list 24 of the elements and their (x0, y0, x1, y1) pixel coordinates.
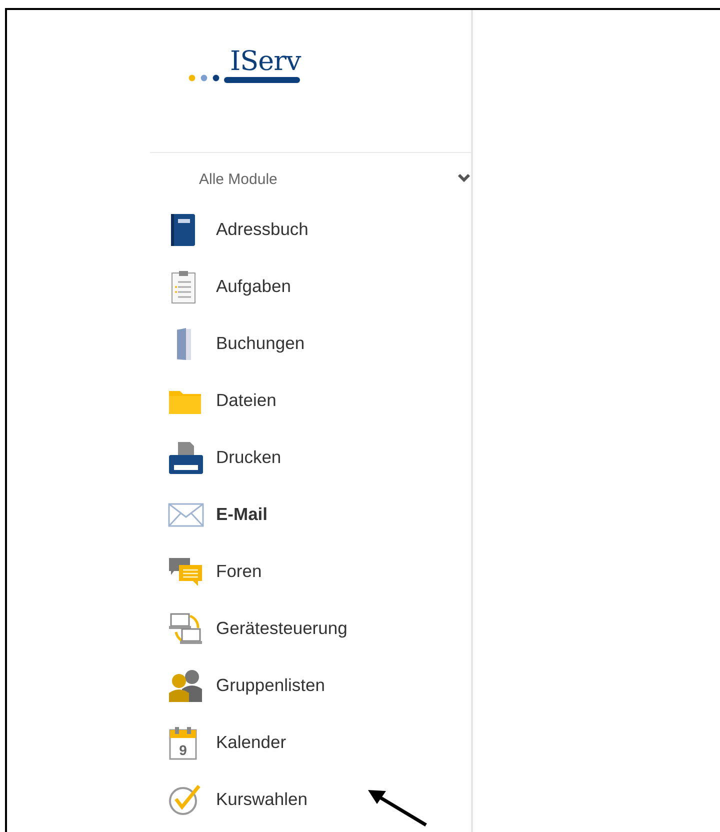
calendar-icon: 9 (168, 726, 198, 760)
chat-bubbles-icon (168, 556, 202, 586)
module-link[interactable]: 9 Kalender (168, 714, 471, 771)
dots-icon (188, 74, 222, 82)
module-link[interactable]: Adressbuch (168, 201, 471, 258)
checkmark-circle-icon (168, 782, 202, 816)
module-link[interactable]: Gerätesteuerung (168, 600, 471, 657)
address-book-icon (168, 212, 198, 246)
module-link[interactable]: Foren (168, 543, 471, 600)
module-link[interactable]: Dateien (168, 372, 471, 429)
module-link[interactable]: E-Mail (168, 486, 471, 543)
module-link[interactable]: Buchungen (168, 315, 471, 372)
logo[interactable]: IServ (188, 48, 301, 83)
module-link[interactable]: Drucken (168, 429, 471, 486)
module-link[interactable]: Gruppenlisten (168, 657, 471, 714)
logo-text: IServ (229, 48, 301, 75)
envelope-icon (168, 502, 204, 526)
module-link[interactable]: Aufgaben (168, 258, 471, 315)
people-icon (168, 668, 204, 702)
module-link[interactable]: Kurswahlen (168, 771, 471, 828)
chevron-icon (457, 172, 471, 182)
printer-icon (168, 440, 204, 474)
module-menu-toggle[interactable]: Alle Module (150, 153, 471, 188)
computers-icon (168, 612, 204, 646)
